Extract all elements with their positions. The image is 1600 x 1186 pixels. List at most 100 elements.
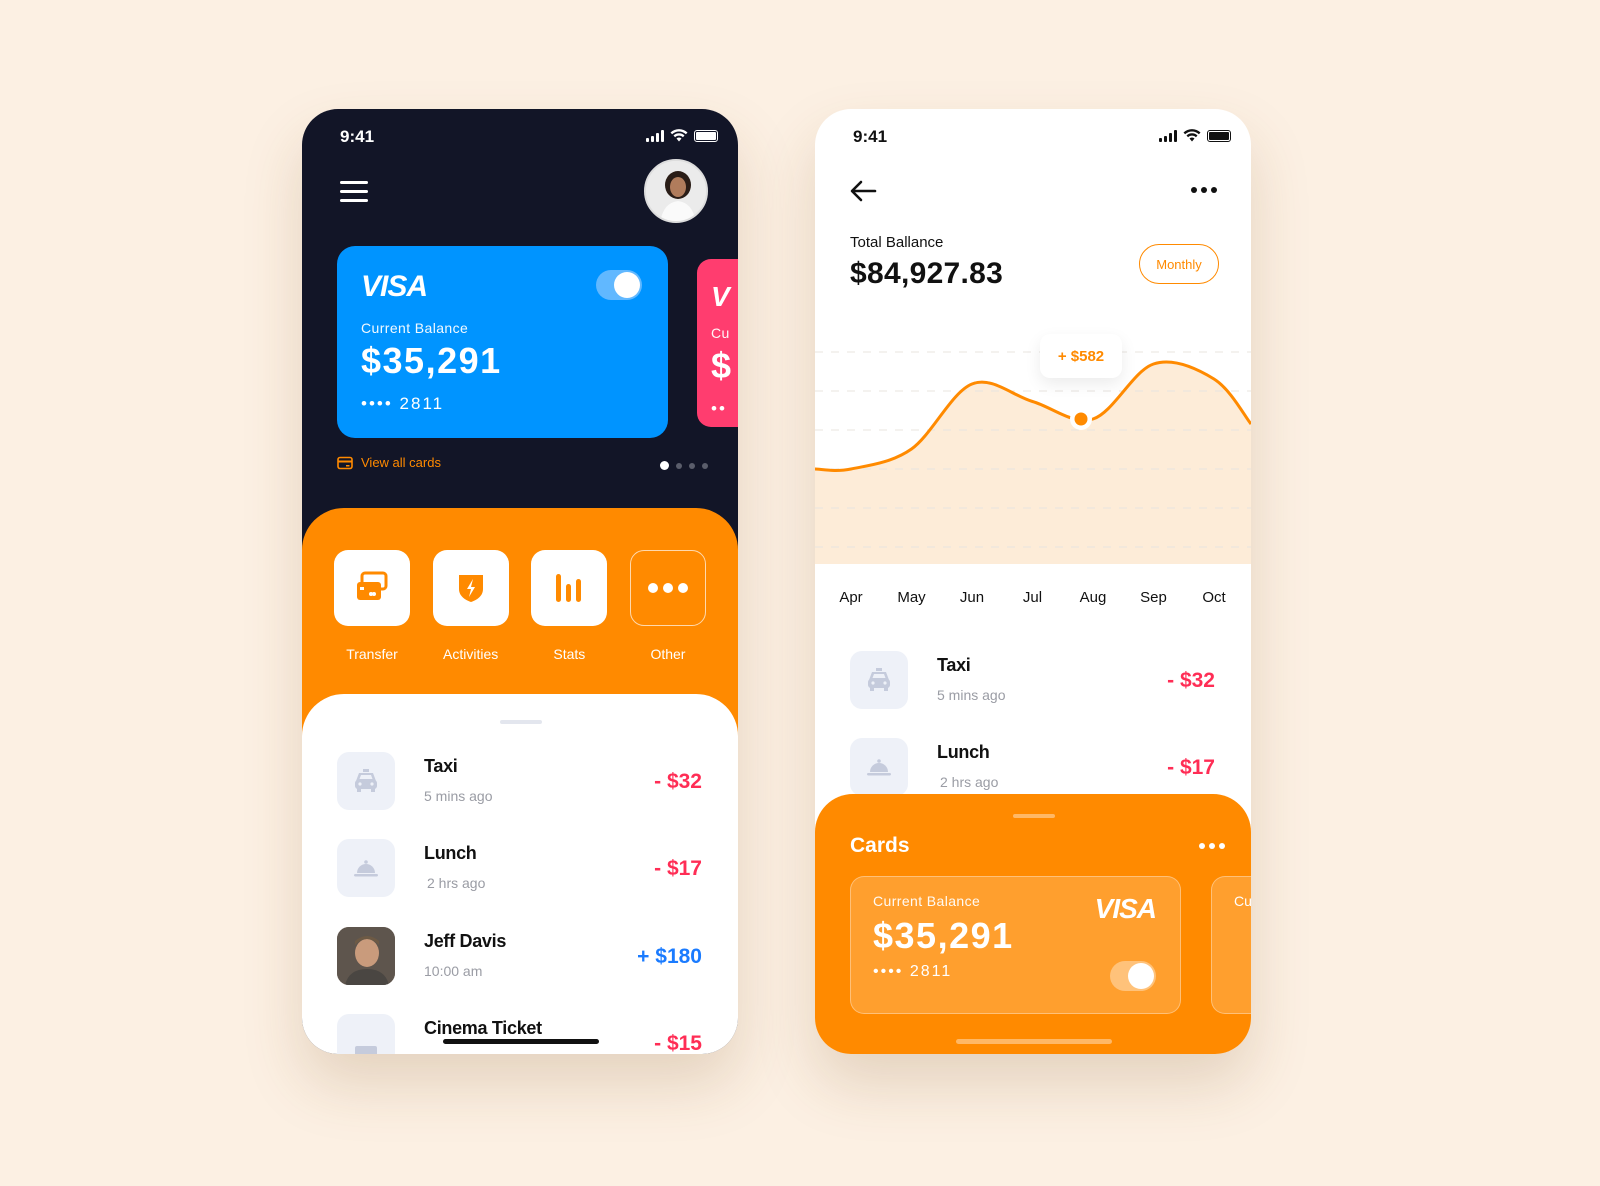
cloche-icon — [354, 860, 378, 877]
x-tick-label[interactable]: Sep — [1140, 589, 1167, 606]
balance-chart — [815, 299, 1251, 564]
action-label: Activities — [443, 646, 499, 662]
transaction-row[interactable]: Lunch 2 hrs ago - $17 — [337, 839, 702, 899]
pager-dot[interactable] — [689, 462, 695, 469]
pager-dot[interactable] — [702, 462, 708, 469]
action-label: Stats — [553, 646, 586, 662]
view-all-cards-link[interactable]: View all cards — [337, 455, 441, 470]
transaction-amount: + $180 — [637, 945, 702, 968]
pager-dot[interactable] — [676, 462, 682, 469]
x-tick-label[interactable]: Jun — [960, 589, 984, 606]
status-time: 9:41 — [853, 127, 888, 146]
card-number: •••• 2811 — [361, 394, 445, 413]
cards-icon — [357, 571, 388, 600]
transaction-row[interactable]: Jeff Davis 10:00 am + $180 — [337, 927, 702, 987]
cards-more-button[interactable] — [1199, 843, 1225, 849]
period-selector-button[interactable]: Monthly — [1139, 244, 1219, 284]
signal-icon — [1159, 129, 1177, 142]
transaction-row[interactable]: Taxi 5 mins ago - $32 — [337, 752, 702, 812]
action-label: Transfer — [346, 646, 398, 662]
transaction-time: 5 mins ago — [424, 788, 493, 804]
x-tick-label[interactable]: Aug — [1080, 589, 1107, 606]
home-indicator[interactable] — [956, 1039, 1112, 1044]
signal-icon — [646, 129, 664, 142]
action-other[interactable]: Other — [629, 550, 706, 662]
battery-icon — [694, 129, 718, 142]
battery-icon — [1207, 129, 1231, 142]
status-time: 9:41 — [340, 127, 375, 146]
transaction-name: Lunch — [937, 742, 990, 762]
sheet-handle[interactable] — [500, 720, 542, 724]
wallet-screen: 9:41 VISA Current Balance $35,291 •••• 2… — [302, 109, 738, 1054]
menu-button[interactable] — [340, 179, 368, 203]
total-balance-amount: $84,927.83 — [850, 257, 1004, 290]
visa-card[interactable]: Current Balance $35,291 •••• 2811 VISA — [850, 876, 1181, 1014]
action-activities[interactable]: Activities — [432, 550, 509, 662]
status-bar: 9:41 — [302, 109, 738, 163]
transaction-row[interactable]: Taxi 5 mins ago - $32 — [850, 651, 1215, 711]
card-pager[interactable] — [660, 461, 708, 470]
view-all-cards-label: View all cards — [361, 455, 441, 470]
user-avatar[interactable] — [644, 159, 708, 223]
wifi-icon — [1183, 129, 1201, 142]
transactions-sheet: Taxi 5 mins ago - $32 Lunch 2 hrs ago - … — [302, 694, 738, 1054]
status-bar: 9:41 — [815, 109, 1251, 163]
transaction-row[interactable]: Lunch 2 hrs ago - $17 — [850, 738, 1215, 798]
contact-avatar — [337, 927, 395, 985]
x-tick-label[interactable]: Apr — [839, 589, 862, 606]
chart-highlight-point[interactable] — [1074, 412, 1088, 426]
transaction-name: Cinema Ticket — [424, 1018, 542, 1038]
peek-card-label: Cu — [1234, 893, 1251, 909]
ticket-icon — [355, 1046, 377, 1054]
card-icon — [337, 456, 353, 469]
transaction-amount: - $32 — [1167, 669, 1215, 692]
home-indicator[interactable] — [443, 1039, 599, 1044]
card-toggle[interactable] — [1110, 961, 1156, 991]
avatar-photo-icon — [646, 161, 706, 221]
stats-screen: 9:41 Total Ballance $84,927.83 Monthly +… — [815, 109, 1251, 1054]
chart-tooltip: + $582 — [1040, 334, 1122, 378]
card-toggle[interactable] — [596, 270, 642, 300]
x-tick-label[interactable]: Jul — [1023, 589, 1042, 606]
person-photo-icon — [337, 927, 395, 985]
taxi-icon — [868, 668, 890, 691]
transaction-amount: - $17 — [654, 857, 702, 880]
transaction-time: 2 hrs ago — [940, 774, 999, 790]
action-transfer[interactable]: Transfer — [334, 550, 410, 662]
back-arrow-icon[interactable] — [849, 179, 877, 203]
transaction-amount: - $15 — [654, 1032, 702, 1054]
panel-handle[interactable] — [1013, 814, 1055, 818]
peek-card-amount: $ — [711, 345, 733, 386]
transaction-time: 5 mins ago — [937, 687, 1006, 703]
cards-title: Cards — [850, 834, 910, 857]
shield-bolt-icon — [458, 575, 483, 602]
pager-dot[interactable] — [660, 461, 669, 470]
transaction-amount: - $32 — [654, 770, 702, 793]
transaction-name: Taxi — [424, 756, 458, 776]
x-tick-label[interactable]: May — [897, 589, 925, 606]
transaction-row[interactable]: Cinema Ticket - $15 — [337, 1014, 702, 1054]
action-stats[interactable]: Stats — [531, 550, 608, 662]
transaction-name: Lunch — [424, 843, 477, 863]
more-icon — [647, 583, 688, 593]
next-card-peek[interactable]: V Cu $ •• — [697, 259, 738, 427]
visa-card[interactable]: VISA Current Balance $35,291 •••• 2811 — [337, 246, 668, 438]
bar-chart-icon — [556, 574, 582, 602]
transaction-time: 2 hrs ago — [427, 875, 486, 891]
transaction-name: Jeff Davis — [424, 931, 507, 951]
peek-card-number: •• — [711, 399, 727, 418]
cloche-icon — [867, 759, 891, 776]
wifi-icon — [670, 129, 688, 142]
card-balance-amount: $35,291 — [361, 340, 502, 381]
peek-card-brand: V — [711, 281, 730, 312]
total-balance-label: Total Ballance — [850, 234, 944, 251]
card-balance-label: Current Balance — [361, 320, 469, 336]
next-card-peek[interactable]: Cu — [1211, 876, 1251, 1014]
visa-logo: VISA — [1094, 893, 1157, 924]
x-tick-label[interactable]: Oct — [1202, 589, 1225, 606]
cards-panel: Cards Current Balance $35,291 •••• 2811 … — [815, 794, 1251, 1054]
peek-card-label: Cu — [711, 325, 730, 341]
transaction-amount: - $17 — [1167, 756, 1215, 779]
more-options-button[interactable] — [1191, 187, 1217, 193]
taxi-icon — [355, 769, 377, 792]
